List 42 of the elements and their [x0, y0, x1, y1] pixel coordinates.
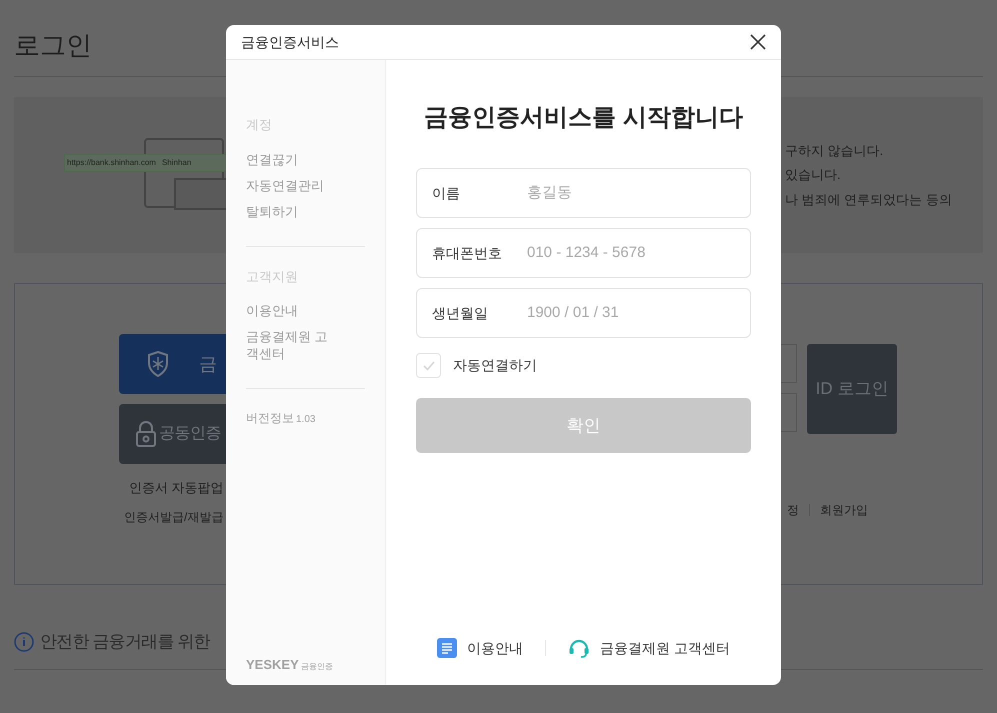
notice-text: 있습니다.: [785, 166, 842, 184]
site-text: Shinhan: [162, 157, 192, 169]
version-label: 버전정보: [246, 410, 294, 427]
sidebar-item[interactable]: 자동연결관리: [246, 176, 331, 194]
section-heading: 안전한 금융거래를 위한: [40, 631, 210, 653]
info-icon: [14, 632, 34, 652]
input-field[interactable]: 휴대폰번호 010 - 1234 - 5678: [416, 228, 751, 278]
headset-icon: [568, 637, 590, 659]
checkbox[interactable]: [416, 353, 441, 378]
sidebar-item[interactable]: 금융결제원 고객센터: [246, 328, 331, 362]
version-number: 1.03: [296, 413, 316, 427]
text-input[interactable]: 1900 / 01 / 31: [527, 302, 735, 324]
settings-link[interactable]: 정: [787, 501, 799, 519]
sidebar-item[interactable]: 이용안내: [246, 302, 331, 319]
support-center-link[interactable]: 금융결제원 고객센터: [600, 638, 730, 658]
checkbox-label: 자동연결하기: [453, 356, 537, 375]
notice-text: 나 범죄에 연루되었다는 등의: [785, 190, 953, 209]
text-input[interactable]: 010 - 1234 - 5678: [527, 242, 735, 264]
padlock-icon: [135, 421, 157, 447]
dialog-title: 금융인증서비스: [241, 32, 339, 52]
id-login-button[interactable]: ID 로그인: [807, 344, 897, 434]
document-icon: [437, 638, 458, 658]
page-title: 로그인: [14, 29, 92, 62]
field-label: 휴대폰번호: [432, 244, 503, 262]
yeskey-logo: YESKEY: [246, 658, 299, 671]
input-field[interactable]: 이름 홍길동: [416, 168, 751, 218]
text-input[interactable]: 홍길동: [527, 182, 735, 204]
dialog-heading: 금융인증서비스를 시작합니다: [423, 103, 744, 133]
signup-link[interactable]: 회원가입: [820, 501, 868, 519]
input-field[interactable]: 생년월일 1900 / 01 / 31: [416, 288, 751, 338]
check-icon: [422, 358, 436, 372]
sidebar-item[interactable]: 탈퇴하기: [246, 202, 331, 220]
close-button[interactable]: [749, 33, 767, 51]
close-icon: [750, 34, 766, 50]
notice-text: 구하지 않습니다.: [785, 142, 884, 160]
field-label: 생년월일: [432, 304, 489, 322]
url-text: https://bank.shinhan.com: [67, 157, 156, 169]
logo-subtext: 금융인증: [300, 663, 333, 671]
sidebar-item[interactable]: 연결끊기: [246, 150, 331, 168]
shield-icon: [147, 351, 169, 377]
guide-link[interactable]: 이용안내: [467, 638, 524, 658]
field-label: 이름: [432, 184, 461, 202]
